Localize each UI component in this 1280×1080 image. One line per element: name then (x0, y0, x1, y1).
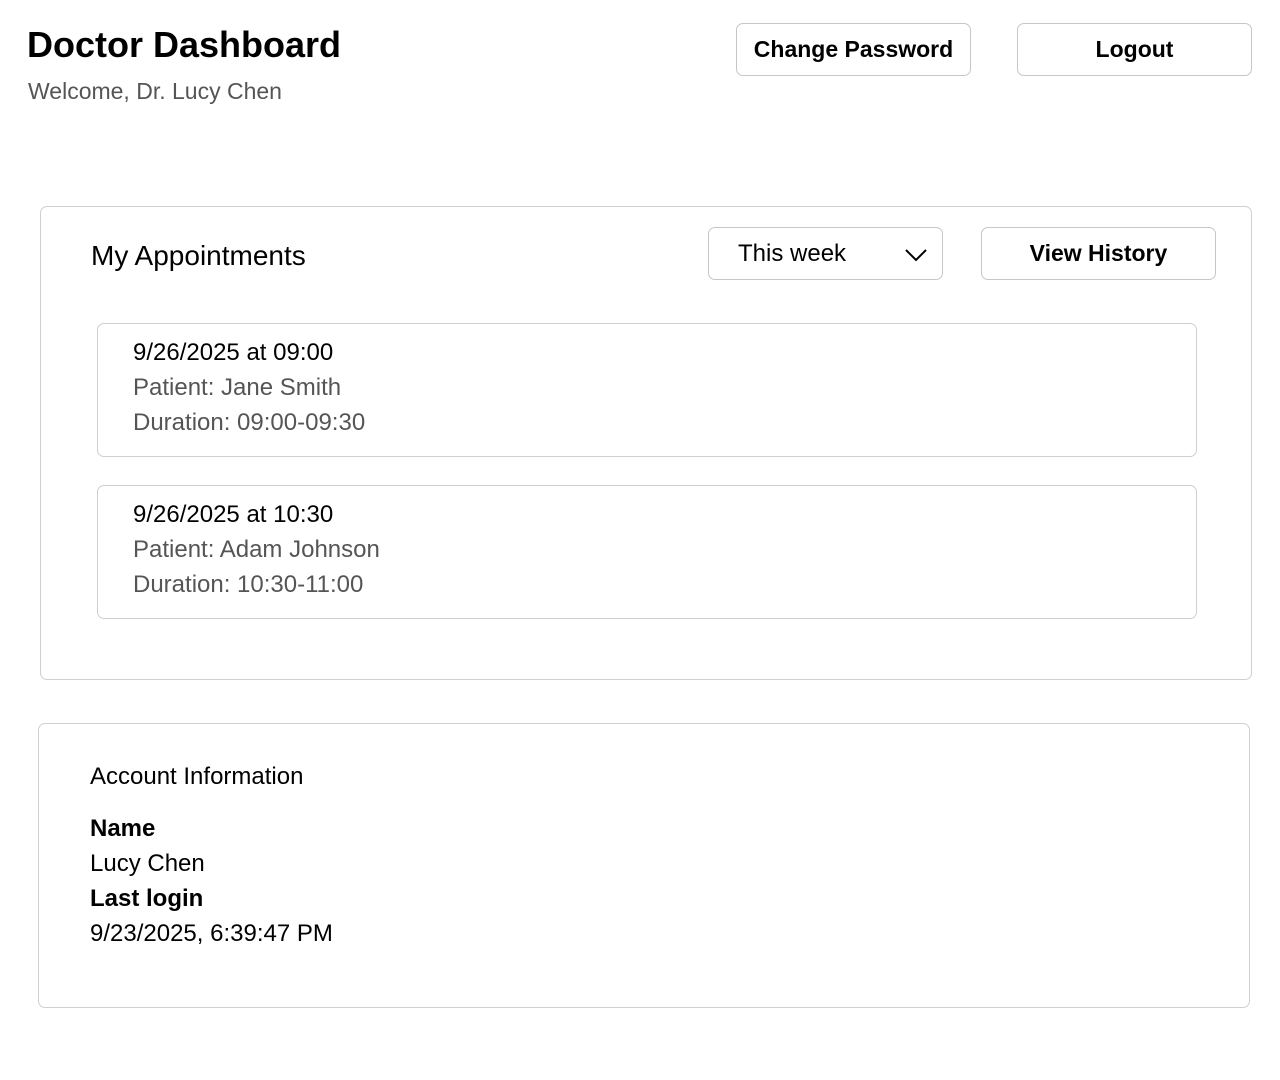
appointment-datetime: 9/26/2025 at 10:30 (133, 501, 334, 528)
appointment-datetime: 9/26/2025 at 09:00 (133, 339, 334, 366)
appointment-card[interactable]: 9/26/2025 at 10:30 Patient: Adam Johnson… (97, 485, 1197, 619)
welcome-message: Welcome, Dr. Lucy Chen (28, 78, 282, 104)
account-info-title: Account Information (90, 763, 304, 790)
period-select-value: This week (738, 239, 847, 267)
appointments-title: My Appointments (91, 240, 306, 271)
change-password-button[interactable]: Change Password (736, 23, 971, 76)
view-history-button[interactable]: View History (981, 227, 1216, 280)
account-info-panel: Account Information Name Lucy Chen Last … (38, 723, 1250, 1008)
appointment-patient: Patient: Adam Johnson (133, 536, 380, 563)
page-title: Doctor Dashboard (27, 24, 342, 65)
last-login-value: 9/23/2025, 6:39:47 PM (90, 920, 333, 947)
appointment-patient: Patient: Jane Smith (133, 374, 342, 401)
appointment-duration: Duration: 10:30-11:00 (133, 571, 364, 598)
logout-button[interactable]: Logout (1017, 23, 1252, 76)
appointment-card[interactable]: 9/26/2025 at 09:00 Patient: Jane Smith D… (97, 323, 1197, 457)
name-value: Lucy Chen (90, 850, 205, 877)
appointments-panel: My Appointments This week View History 9… (40, 206, 1252, 680)
appointment-duration: Duration: 09:00-09:30 (133, 409, 366, 436)
chevron-down-icon (905, 249, 927, 262)
last-login-label: Last login (90, 885, 204, 912)
name-label: Name (90, 815, 156, 842)
appointments-period-select[interactable]: This week (708, 227, 943, 280)
